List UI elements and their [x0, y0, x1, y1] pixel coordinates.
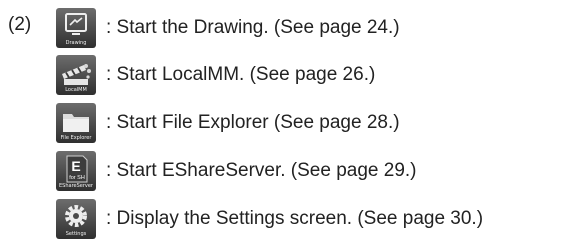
entry-file-explorer: File Explorer : Start File Explorer (See… — [56, 103, 400, 143]
item-number: (2) — [8, 14, 32, 35]
drawing-icon: Drawing — [56, 8, 96, 48]
settings-description: : Display the Settings screen. (See page… — [106, 208, 484, 229]
eshareserver-icon-subglyph: for SH — [69, 175, 85, 181]
entry-localmm: LocalMM : Start LocalMM. (See page 26.) — [56, 55, 375, 95]
file-explorer-description: : Start File Explorer (See page 28.) — [106, 112, 400, 133]
settings-icon-caption: Settings — [65, 231, 87, 237]
localmm-description: : Start LocalMM. (See page 26.) — [106, 64, 376, 85]
drawing-icon-caption: Drawing — [65, 40, 87, 46]
eshareserver-description: : Start EShareServer. (See page 29.) — [106, 160, 417, 181]
entry-settings: Settings : Display the Settings screen. … — [56, 199, 483, 239]
drawing-description: : Start the Drawing. (See page 24.) — [106, 17, 400, 38]
settings-icon: Settings — [56, 199, 96, 239]
eshareserver-icon: E for SH EShareServer — [56, 151, 96, 191]
entry-drawing: Drawing : Start the Drawing. (See page 2… — [56, 8, 400, 48]
entry-eshareserver: E for SH EShareServer : Start EShareServ… — [56, 151, 417, 191]
eshareserver-icon-caption: EShareServer — [59, 183, 93, 189]
localmm-icon-caption: LocalMM — [65, 87, 87, 93]
localmm-icon: LocalMM — [56, 55, 96, 95]
file-explorer-icon-caption: File Explorer — [60, 135, 92, 141]
eshareserver-icon-glyph: E — [71, 158, 80, 174]
file-explorer-icon: File Explorer — [56, 103, 96, 143]
